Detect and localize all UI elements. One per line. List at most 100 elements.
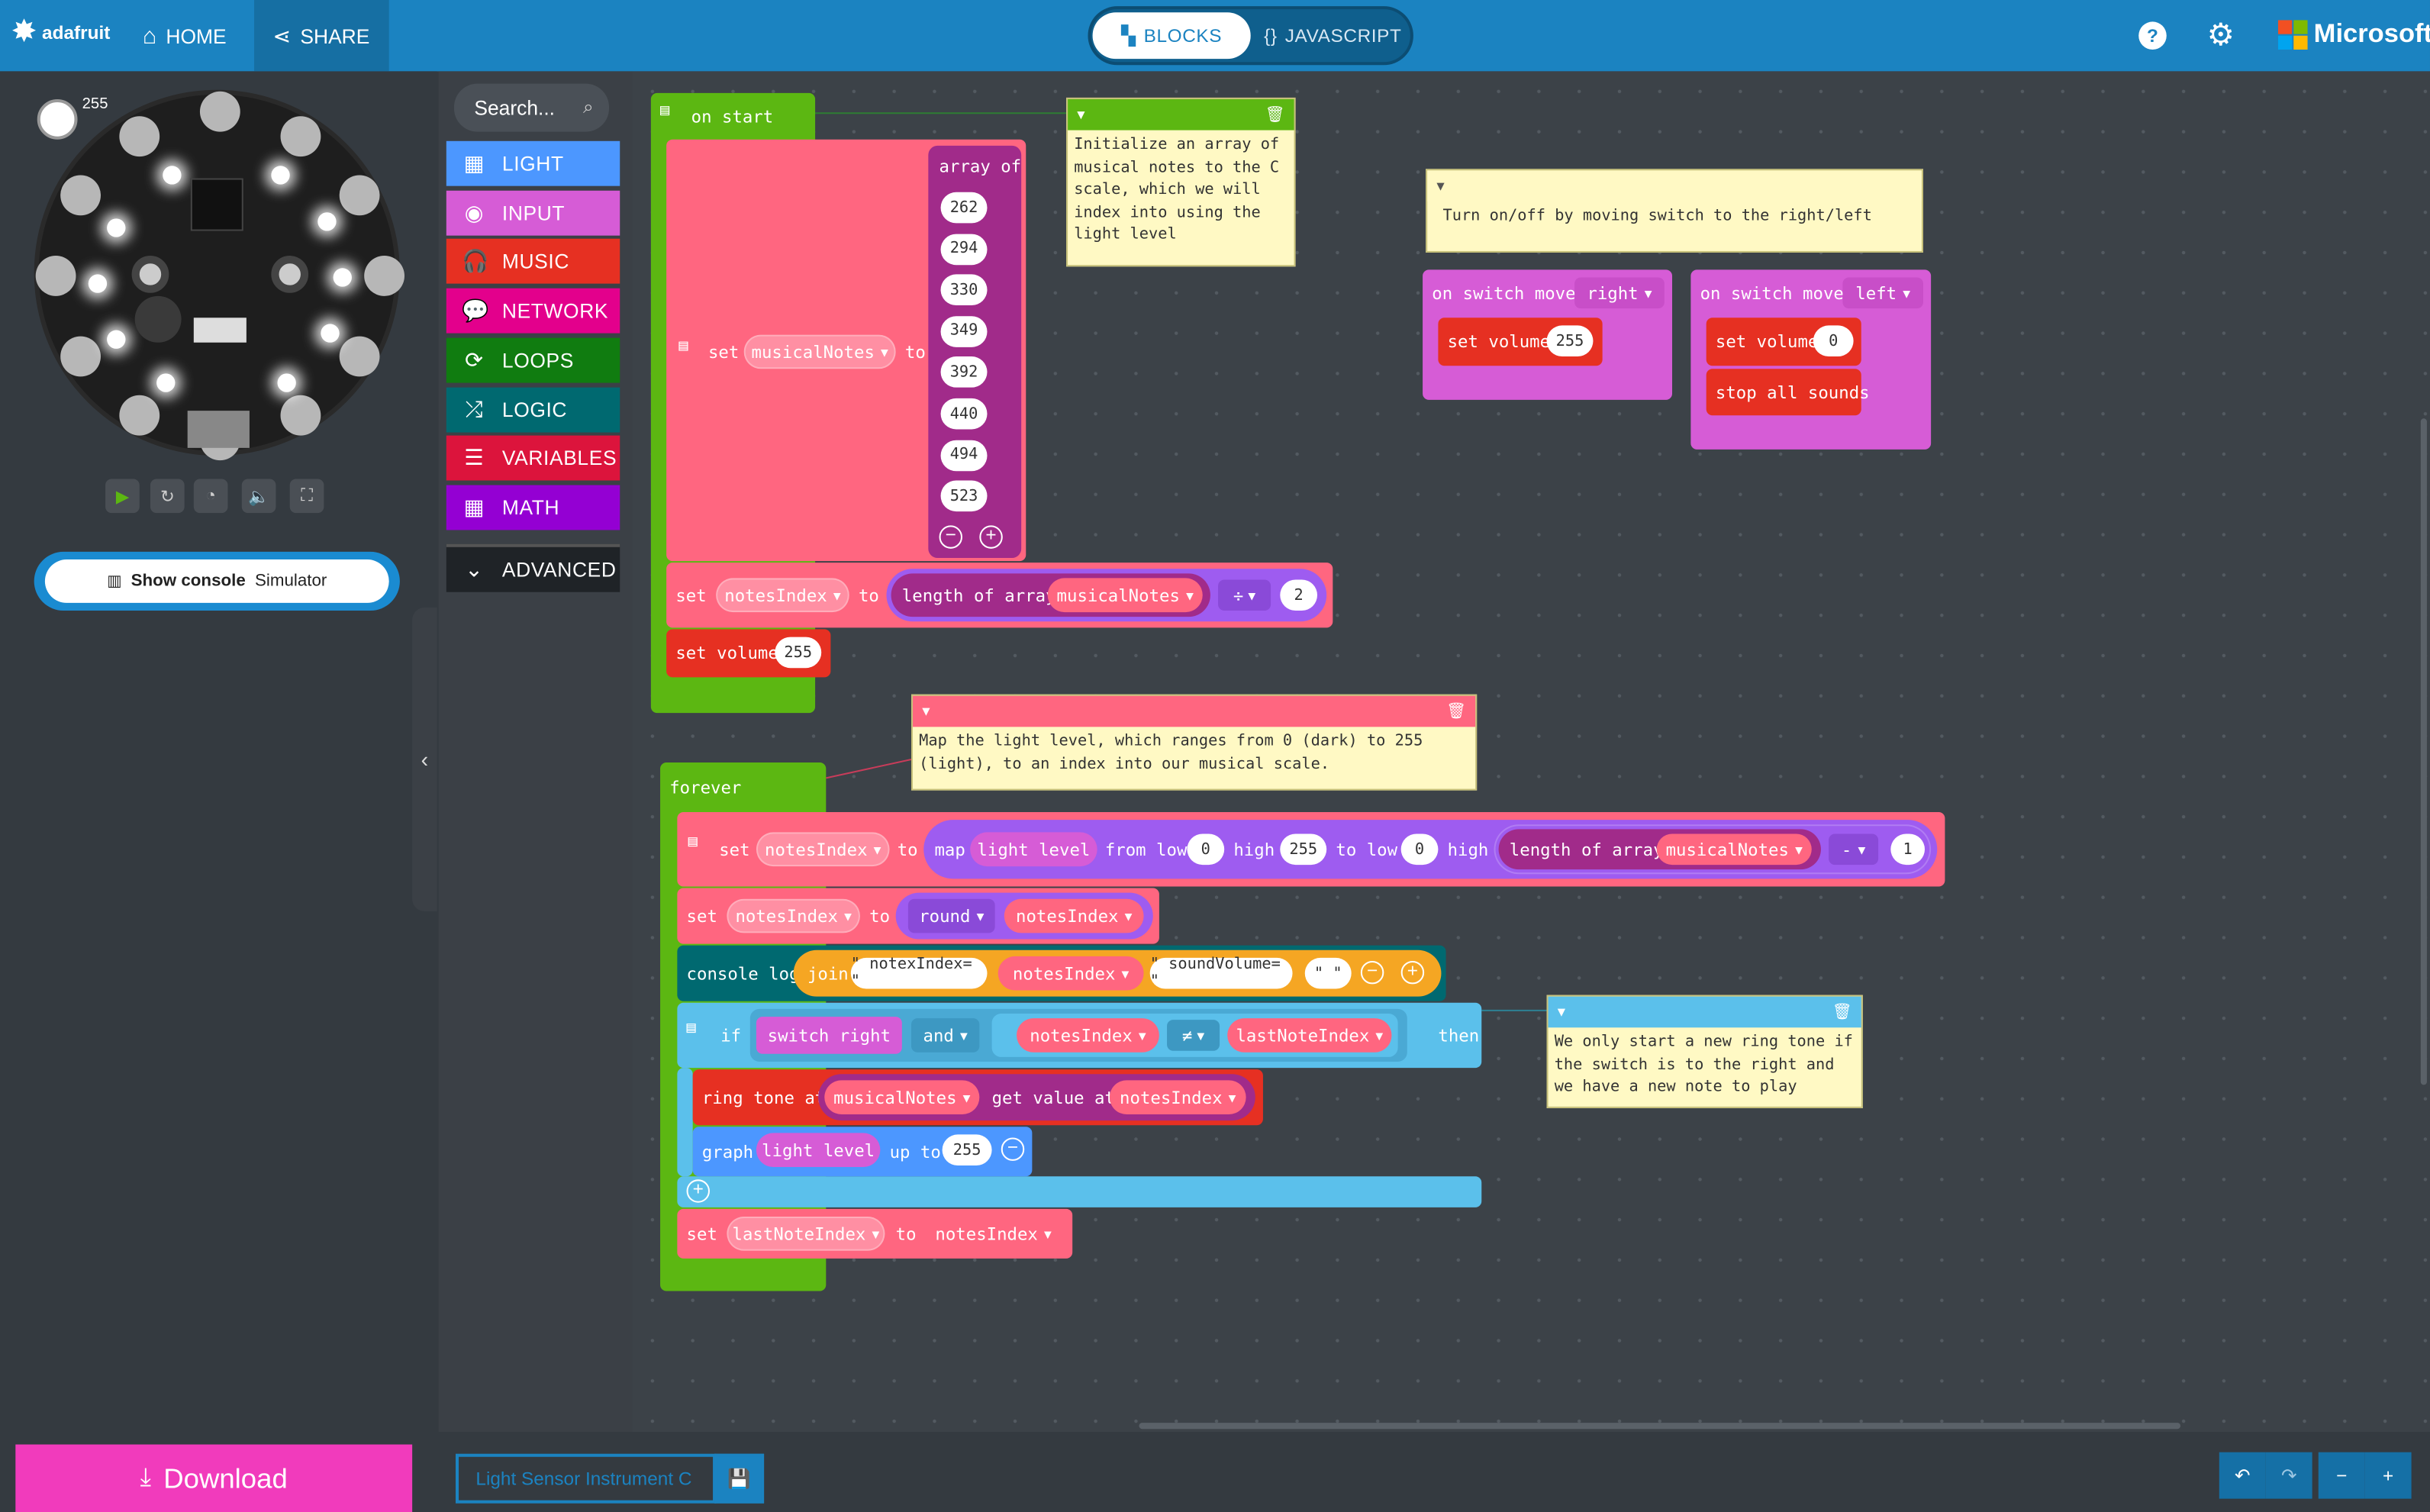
zoom-in-icon[interactable]: + — [2364, 1452, 2412, 1499]
download-button[interactable]: ⤓ Download — [15, 1444, 413, 1512]
array-item-input[interactable]: 349 — [940, 315, 988, 347]
category-variables[interactable]: ☰ VARIABLES — [446, 435, 620, 481]
direction-dropdown[interactable]: right ▼ — [1574, 277, 1665, 309]
category-input[interactable]: ◉ INPUT — [446, 190, 620, 236]
star-logo-icon: ✸ — [12, 15, 36, 47]
round-dropdown[interactable]: round ▼ — [907, 898, 995, 933]
vertical-scrollbar[interactable] — [2420, 418, 2427, 1085]
zoom-out-icon[interactable]: − — [2318, 1452, 2365, 1499]
light-level-block[interactable]: light level — [756, 1133, 881, 1168]
collapse-simulator-handle[interactable]: ‹ — [412, 607, 437, 911]
array-item-input[interactable]: 523 — [940, 480, 988, 512]
collapse-icon[interactable]: ▾ — [922, 703, 930, 720]
light-level-block[interactable]: light level — [970, 832, 1097, 867]
number-input[interactable]: 2 — [1280, 579, 1318, 611]
variable-dropdown[interactable]: notesIndex ▼ — [727, 898, 860, 933]
number-input[interactable]: 1 — [1890, 833, 1926, 866]
home-button[interactable]: ⌂ HOME — [124, 0, 245, 71]
variable-dropdown[interactable]: notesIndex ▼ — [716, 578, 849, 613]
array-item-input[interactable]: 440 — [940, 398, 988, 430]
variable-dropdown[interactable]: notesIndex ▼ — [923, 1217, 1063, 1251]
number-input[interactable]: 255 — [775, 637, 822, 669]
variable-dropdown[interactable]: lastNoteIndex ▼ — [727, 1217, 885, 1251]
variable-dropdown[interactable]: notesIndex ▼ — [756, 832, 890, 867]
variable-dropdown[interactable]: notesIndex ▼ — [1109, 1080, 1246, 1115]
slowmo-icon[interactable]: ◔ — [193, 479, 228, 514]
number-input[interactable]: 0 — [1400, 833, 1439, 866]
category-logic[interactable]: ⤮ LOGIC — [446, 387, 620, 433]
add-item-icon[interactable]: + — [1400, 960, 1425, 985]
variable-dropdown[interactable]: musicalNotes ▼ — [743, 334, 896, 369]
share-button[interactable]: ⋖ SHARE — [254, 0, 388, 72]
variable-dropdown[interactable]: notesIndex ▼ — [997, 956, 1144, 991]
remove-item-icon[interactable]: − — [1001, 1137, 1025, 1161]
mute-icon[interactable]: 🔈 — [241, 479, 276, 514]
array-item-input[interactable]: 330 — [940, 274, 988, 306]
direction-dropdown[interactable]: left ▼ — [1842, 277, 1923, 309]
array-item-input[interactable]: 294 — [940, 233, 988, 265]
remove-item-icon[interactable]: − — [939, 525, 963, 549]
array-item-input[interactable]: 262 — [940, 192, 988, 224]
trash-icon[interactable]: 🗑 — [1832, 1004, 1852, 1020]
variable-dropdown[interactable]: musicalNotes ▼ — [824, 1080, 980, 1115]
circuit-playground-board[interactable] — [34, 89, 404, 461]
comment-note[interactable]: ▾ 🗑 Map the light level, which ranges fro… — [910, 694, 1478, 791]
array-item-input[interactable]: 494 — [940, 439, 988, 471]
save-icon[interactable]: 💾 — [714, 1453, 765, 1504]
collapse-icon[interactable]: ▾ — [1558, 1004, 1565, 1020]
comment-note[interactable]: ▾ 🗑 Initialize an array of musical notes … — [1066, 97, 1296, 267]
trash-icon[interactable]: 🗑 — [1446, 703, 1466, 720]
share-icon: ⋖ — [272, 22, 292, 47]
number-input[interactable]: 0 — [1187, 833, 1225, 866]
gear-icon[interactable]: ⚙ — [2207, 15, 2235, 54]
category-loops[interactable]: ⟳ LOOPS — [446, 337, 620, 383]
comment-note[interactable]: ▾ Turn on/off by moving switch to the ri… — [1426, 169, 1923, 253]
variable-dropdown[interactable]: musicalNotes ▼ — [1656, 833, 1812, 866]
trash-icon[interactable]: 🗑 — [1265, 106, 1285, 123]
redo-icon[interactable]: ↷ — [2265, 1452, 2312, 1499]
undo-icon[interactable]: ↶ — [2219, 1452, 2266, 1499]
horizontal-scrollbar[interactable] — [1139, 1423, 2181, 1430]
category-network[interactable]: 💬 NETWORK — [446, 288, 620, 334]
comment-note[interactable]: ▾ 🗑 We only start a new ring tone if the … — [1546, 995, 1863, 1108]
javascript-tab[interactable]: {} JAVASCRIPT — [1255, 12, 1410, 59]
project-name-input[interactable]: Light Sensor Instrument C — [455, 1453, 717, 1504]
microsoft-logo[interactable]: Microsoft — [2277, 18, 2430, 50]
restart-icon[interactable]: ↻ — [150, 479, 185, 514]
and-dropdown[interactable]: and ▼ — [910, 1018, 980, 1053]
light-sensor-knob[interactable] — [37, 98, 78, 140]
collapse-icon[interactable]: ▾ — [1077, 106, 1084, 123]
text-input[interactable]: " soundVolume= " — [1149, 956, 1293, 991]
number-input[interactable]: 255 — [1546, 325, 1594, 357]
add-item-icon[interactable]: + — [979, 525, 1003, 549]
number-input[interactable]: 0 — [1813, 325, 1854, 357]
variable-dropdown[interactable]: lastNoteIndex ▼ — [1227, 1018, 1392, 1053]
search-input[interactable]: Search... ⌕ — [453, 83, 610, 132]
switch-right-block[interactable]: switch right — [756, 1017, 902, 1054]
grid-icon: ▦ — [463, 150, 485, 176]
category-math[interactable]: ▦ MATH — [446, 485, 620, 530]
adafruit-logo[interactable]: ✸ adafruit — [12, 15, 110, 48]
operator-dropdown[interactable]: - ▼ — [1829, 833, 1879, 866]
variable-dropdown[interactable]: notesIndex ▼ — [1004, 898, 1144, 933]
collapse-icon[interactable]: ▾ — [1436, 178, 1444, 195]
text-input[interactable]: " notexIndex= " — [850, 956, 988, 991]
category-light[interactable]: ▦ LIGHT — [446, 140, 620, 186]
show-console-button[interactable]: ▥ Show console Simulator — [34, 551, 400, 611]
operator-dropdown[interactable]: ≠ ▼ — [1167, 1020, 1220, 1051]
help-icon[interactable]: ? — [2138, 21, 2167, 50]
number-input[interactable]: 255 — [942, 1134, 992, 1166]
variable-dropdown[interactable]: notesIndex ▼ — [1017, 1018, 1159, 1053]
array-item-input[interactable]: 392 — [940, 356, 988, 388]
category-advanced[interactable]: ⌄ ADVANCED — [446, 543, 620, 592]
category-music[interactable]: 🎧 MUSIC — [446, 238, 620, 284]
operator-dropdown[interactable]: ÷ ▼ — [1218, 579, 1271, 611]
number-input[interactable]: 255 — [1280, 833, 1327, 866]
variable-dropdown[interactable]: musicalNotes ▼ — [1047, 578, 1203, 613]
play-icon[interactable]: ▶ — [105, 479, 140, 514]
fullscreen-icon[interactable]: ⛶ — [289, 479, 324, 514]
remove-item-icon[interactable]: − — [1360, 960, 1384, 985]
add-else-icon[interactable]: + — [686, 1179, 711, 1203]
blocks-tab[interactable]: ▚ BLOCKS — [1092, 12, 1251, 60]
text-input[interactable]: " " — [1304, 957, 1352, 989]
